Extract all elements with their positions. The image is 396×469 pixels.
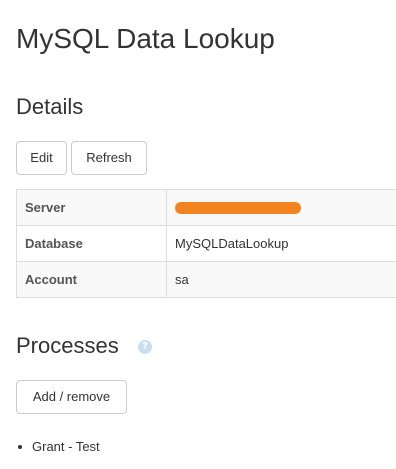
table-row-account: Account sa: [16, 261, 396, 298]
database-value: MySQLDataLookup: [166, 225, 396, 262]
list-item: Grant - Test: [16, 438, 100, 456]
server-value: [166, 189, 396, 226]
table-row-database: Database MySQLDataLookup: [16, 225, 396, 262]
details-heading: Details: [16, 94, 84, 119]
redaction-mark: [175, 201, 301, 214]
account-label: Account: [16, 261, 167, 298]
bullet-icon: [18, 445, 22, 449]
refresh-button[interactable]: Refresh: [71, 141, 147, 175]
account-value: sa: [166, 261, 396, 298]
server-label: Server: [16, 189, 167, 226]
details-table: Server Database MySQLDataLookup Account …: [16, 189, 396, 298]
database-label: Database: [16, 225, 167, 262]
add-remove-button[interactable]: Add / remove: [16, 380, 127, 414]
process-list: Grant - Test: [16, 438, 100, 456]
page-title: MySQL Data Lookup: [16, 23, 275, 54]
edit-button[interactable]: Edit: [16, 141, 67, 175]
processes-heading: Processes: [16, 333, 119, 358]
question-circle-icon[interactable]: ?: [138, 340, 152, 354]
table-row-server: Server: [16, 189, 396, 226]
process-item-label: Grant - Test: [32, 439, 100, 454]
